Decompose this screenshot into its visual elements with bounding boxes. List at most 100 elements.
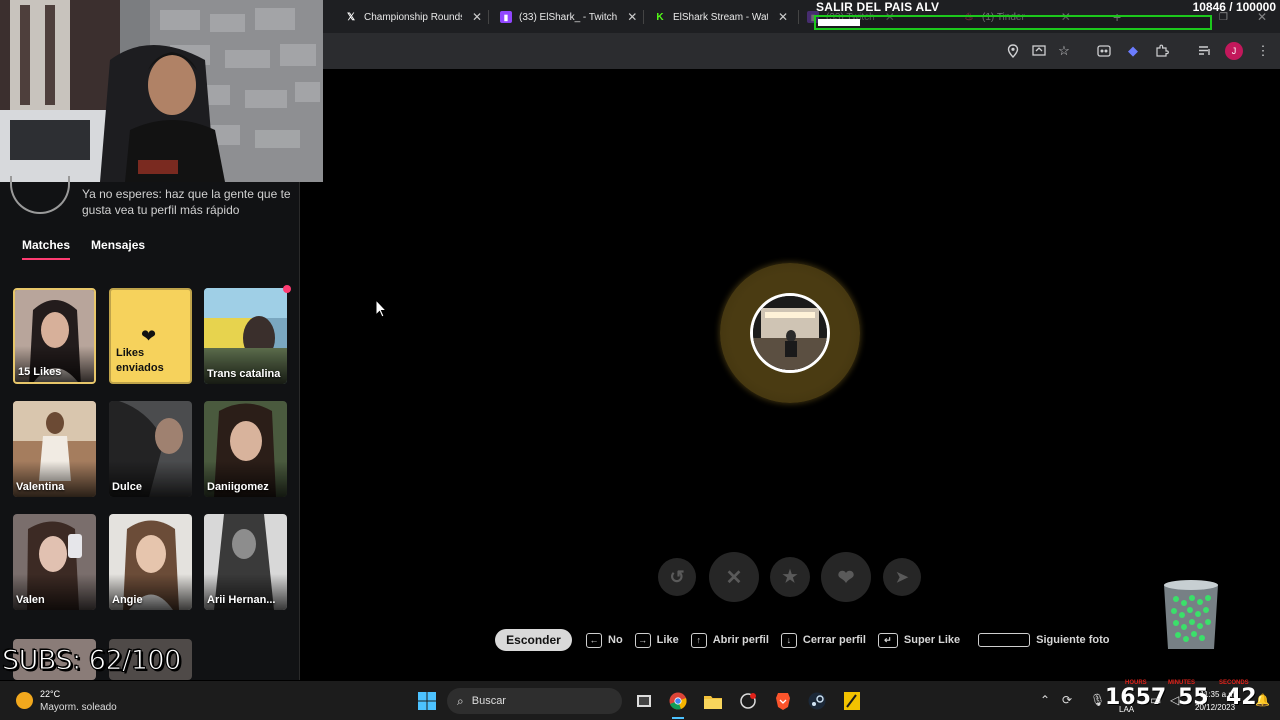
recycle-bin-icon[interactable] (1160, 579, 1222, 652)
mouse-cursor-icon (375, 299, 387, 318)
own-profile-photo[interactable] (750, 293, 830, 373)
match-card-arii[interactable]: Arii Hernan... (204, 514, 287, 610)
up-arrow-key-icon: ↑ (690, 632, 707, 648)
close-icon[interactable]: ✕ (778, 10, 788, 24)
file-explorer-icon[interactable] (702, 690, 724, 712)
new-match-dot (283, 285, 291, 293)
heart-icon: ❤ (837, 566, 855, 589)
boost-promo-text[interactable]: Ya no esperes: haz que la gente que te g… (82, 186, 297, 218)
match-name: Dulce (112, 481, 142, 493)
goal-title: SALIR DEL PAIS ALV (816, 0, 940, 14)
sidebar-tabs: Matches Mensajes (22, 238, 145, 260)
right-arrow-key-icon: → (634, 632, 651, 648)
goal-progress-bar (814, 15, 1212, 30)
system-date[interactable]: 20/12/2023 (1195, 703, 1235, 712)
brave-icon[interactable] (772, 690, 794, 712)
microphone-icon[interactable]: 🎙 (1090, 693, 1105, 707)
shortcut-label: Like (656, 634, 679, 646)
extension-blue-icon[interactable]: ◆ (1123, 41, 1143, 61)
space-key-icon (978, 633, 1031, 647)
taskbar-search[interactable]: ⌕ Buscar (447, 688, 622, 714)
close-icon[interactable]: ✕ (472, 10, 482, 24)
left-arrow-key-icon: ← (586, 632, 602, 648)
shortcut-label: Super Like (903, 634, 961, 646)
webcam-feed (0, 0, 323, 182)
close-icon: ✕ (725, 566, 743, 589)
task-view-icon[interactable] (633, 690, 655, 712)
browser-tab-twitch-elshark[interactable]: ▮ (33) ElShark_ - Twitch ✕ (500, 6, 637, 28)
goal-progress-fill (818, 19, 860, 26)
boost-button[interactable]: ➤ (883, 558, 921, 596)
weather-sun-icon[interactable] (16, 692, 33, 709)
send-icon: ➤ (895, 569, 909, 586)
tab-separator (798, 10, 799, 24)
shortcut-label: Cerrar perfil (802, 634, 866, 646)
webcam-image (0, 0, 323, 182)
extension-vision-icon[interactable] (1094, 41, 1114, 61)
location-icon[interactable] (1003, 41, 1023, 61)
likes-card[interactable]: 15 Likes (13, 288, 96, 384)
chrome-icon[interactable] (667, 690, 689, 712)
media-queue-icon[interactable] (1195, 41, 1215, 61)
profile-avatar[interactable]: J (1225, 42, 1243, 60)
profile-photo-image (753, 296, 827, 370)
search-icon: ⌕ (457, 693, 464, 708)
user-avatar[interactable] (10, 176, 70, 214)
match-card-valentina[interactable]: Valentina (13, 401, 96, 497)
tab-label: ElShark Stream - Watch (673, 11, 768, 23)
notifications-bell-icon[interactable]: 🔔 (1255, 693, 1270, 707)
kick-icon: K (656, 11, 664, 23)
hide-shortcuts-button[interactable]: Esconder (495, 629, 572, 651)
shortcut-label: Siguiente foto (1036, 634, 1110, 646)
browser-tab-kick[interactable]: K ElShark Stream - Watch ✕ (654, 6, 788, 28)
network-icon[interactable]: ▭ (1150, 693, 1161, 707)
more-menu-icon[interactable]: ⋮ (1253, 41, 1273, 61)
enter-key-icon: ↵ (877, 632, 898, 648)
system-time[interactable]: 11:35 a.m. (1200, 690, 1237, 699)
app-icon-red-dot[interactable] (737, 690, 759, 712)
weather-temperature[interactable]: 22°C (40, 689, 60, 699)
likes-sent-card[interactable]: ❤ Likes enviados (109, 288, 192, 384)
close-icon[interactable]: ✕ (627, 10, 637, 24)
browser-tab-championship[interactable]: 𝕏 Championship Rounds ✕ (345, 6, 482, 28)
rewind-button[interactable]: ↺ (658, 558, 696, 596)
x-icon: 𝕏 (346, 11, 356, 23)
app-icon-yellow[interactable] (841, 690, 863, 712)
tab-label: (33) ElShark_ - Twitch (519, 11, 618, 23)
match-name: Valen (16, 594, 45, 606)
extensions-puzzle-icon[interactable] (1152, 41, 1172, 61)
windows-start-icon[interactable] (416, 690, 438, 712)
subs-counter: SUBS: 62/100 (2, 645, 182, 677)
weather-description[interactable]: Mayorm. soleado (40, 702, 117, 713)
match-card-dulce[interactable]: Dulce (109, 401, 192, 497)
show-hidden-icons-chevron-icon[interactable]: ⌃ (1040, 693, 1050, 707)
sync-icon[interactable]: ⟳ (1062, 693, 1072, 707)
screen: 𝕏 Championship Rounds ✕ ▮ (33) ElShark_ … (0, 0, 1280, 720)
match-card-trans-catalina[interactable]: Trans catalina (204, 288, 287, 384)
tab-label: Championship Rounds (364, 11, 462, 23)
match-name: Angie (112, 594, 143, 606)
match-card-daniigomez[interactable]: Daniigomez (204, 401, 287, 497)
volume-icon[interactable]: ◁ (1170, 693, 1179, 707)
tab-separator (643, 10, 644, 24)
match-card-valen[interactable]: Valen (13, 514, 96, 610)
windows-taskbar: 22°C Mayorm. soleado ⌕ Buscar ⌃ ⟳ 🎙 HOUR… (0, 680, 1280, 720)
star-icon: ★ (782, 567, 798, 586)
match-card-angie[interactable]: Angie (109, 514, 192, 610)
tab-mensajes[interactable]: Mensajes (91, 238, 145, 260)
cast-icon[interactable] (1029, 41, 1049, 61)
shortcut-label: No (608, 634, 623, 646)
tab-matches[interactable]: Matches (22, 238, 71, 260)
nope-button[interactable]: ✕ (709, 552, 759, 602)
input-language[interactable]: LAA (1119, 705, 1134, 714)
steam-icon[interactable] (806, 690, 828, 712)
likes-sent-icon: ❤ (141, 326, 157, 346)
like-button[interactable]: ❤ (821, 552, 871, 602)
bookmark-star-icon[interactable]: ☆ (1054, 41, 1074, 61)
likes-sent-label: Likes enviados (116, 347, 164, 374)
active-app-indicator (672, 717, 684, 719)
rewind-icon: ↺ (669, 566, 685, 587)
match-name: Arii Hernan... (207, 594, 276, 606)
shortcut-label: Abrir perfil (712, 634, 769, 646)
super-like-button[interactable]: ★ (770, 557, 810, 597)
